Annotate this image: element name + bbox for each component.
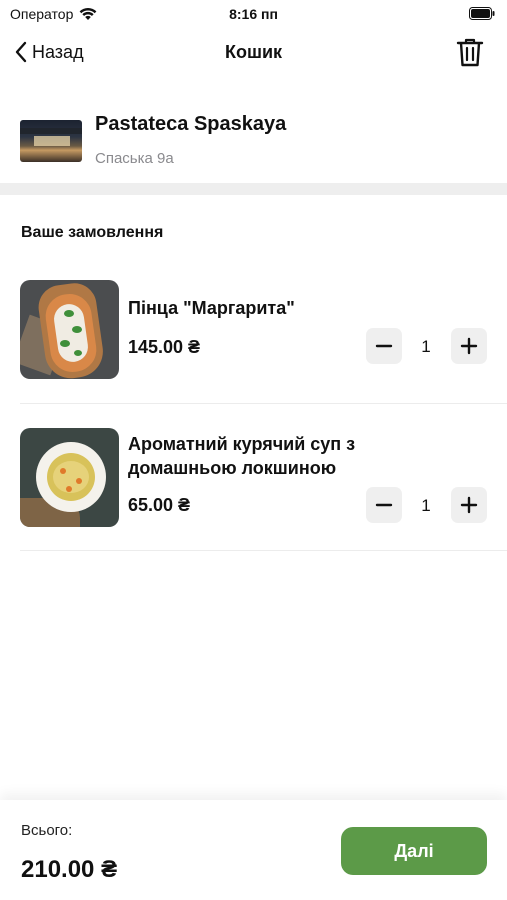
status-time: 8:16 пп [229, 6, 278, 22]
cart-item-soup: Ароматний курячий суп з домашньою локшин… [0, 428, 507, 552]
decrease-quantity-button[interactable] [366, 487, 402, 523]
restaurant-name: Pastateca Spaskaya [95, 113, 287, 135]
status-bar: Оператор 8:16 пп [0, 0, 507, 30]
row-divider [20, 403, 507, 404]
decrease-quantity-button[interactable] [366, 328, 402, 364]
trash-icon[interactable] [455, 36, 485, 68]
quantity-value: 1 [421, 337, 431, 356]
checkout-footer: Всього: 210.00 ₴ Далі [0, 800, 507, 900]
item-price: 65.00 ₴ [128, 495, 191, 515]
order-section-title: Ваше замовлення [21, 224, 164, 241]
plus-icon [460, 337, 478, 355]
section-divider [0, 183, 507, 195]
plus-icon [460, 496, 478, 514]
increase-quantity-button[interactable] [451, 328, 487, 364]
next-button[interactable]: Далі [341, 827, 487, 875]
soup-image [20, 428, 119, 527]
quantity-value: 1 [421, 496, 431, 515]
item-name: Пінца "Маргарита" [128, 298, 295, 318]
total-label: Всього: [21, 822, 73, 839]
page-title: Кошик [224, 42, 283, 62]
pizza-image [20, 280, 119, 379]
total-value: 210.00 ₴ [21, 856, 118, 883]
increase-quantity-button[interactable] [451, 487, 487, 523]
restaurant-header[interactable]: Pastateca Spaskaya Спаська 9а [0, 100, 507, 182]
minus-icon [375, 503, 393, 507]
row-divider [20, 550, 507, 551]
minus-icon [375, 344, 393, 348]
cart-item-pizza: Пінца "Маргарита" 145.00 ₴ 1 [0, 280, 507, 404]
nav-bar: Назад Кошик [0, 30, 507, 76]
item-name: Ароматний курячий суп з домашньою локшин… [128, 434, 356, 478]
item-price: 145.00 ₴ [128, 337, 201, 357]
restaurant-address: Спаська 9а [95, 150, 174, 167]
restaurant-thumbnail [20, 120, 82, 162]
battery-icon [469, 7, 495, 20]
